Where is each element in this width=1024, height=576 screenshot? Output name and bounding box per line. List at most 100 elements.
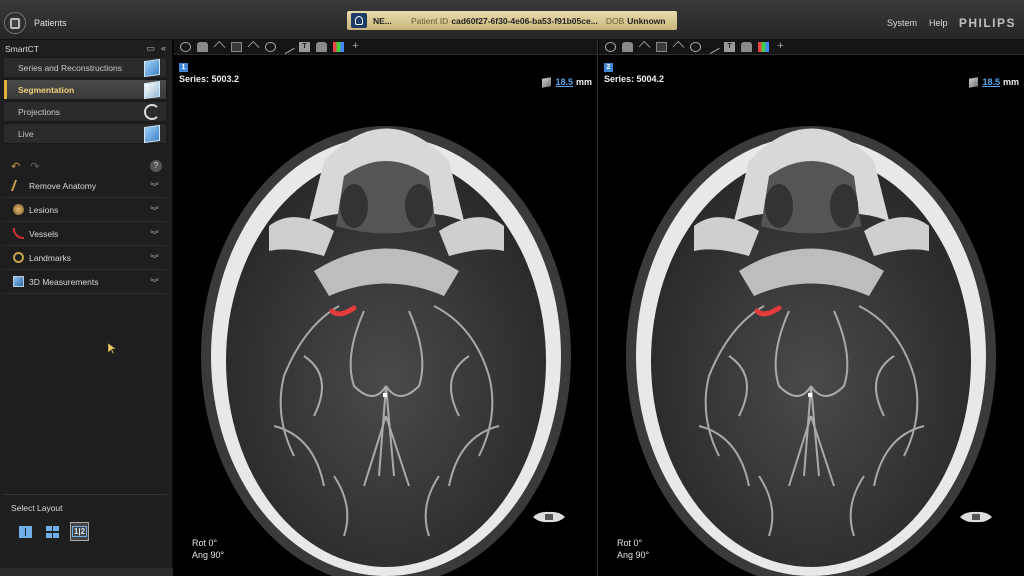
tool-label: Lesions <box>29 204 59 215</box>
undo-icon[interactable]: ↶ <box>11 160 20 173</box>
ct-axial-image[interactable] <box>174 56 598 576</box>
orientation-icon[interactable] <box>741 42 752 52</box>
text-annotation-icon[interactable]: T <box>724 42 735 52</box>
select-tool-icon[interactable] <box>231 42 242 52</box>
collapse-panel-icon[interactable]: « <box>161 43 166 54</box>
patient-id-value: cad60f27-6f30-4e06-ba53-f91b05ce... <box>451 15 598 26</box>
layout-grid-icon <box>46 525 59 538</box>
zoom-icon[interactable] <box>605 42 616 52</box>
rotation-info: Rot 0° Ang 90° <box>192 537 224 561</box>
viewport-1[interactable]: T + 1 Series: 5003.2 18.5 mm Rot 0° Ang … <box>174 39 598 576</box>
redo-icon[interactable]: ↷ <box>30 160 39 173</box>
layout-options: 1|2 <box>3 513 167 541</box>
select-tool-icon[interactable] <box>656 42 667 52</box>
patients-icon <box>4 12 26 34</box>
expand-chevron-icon[interactable]: ︾ <box>150 228 159 241</box>
select-layout-title: Select Layout <box>11 503 63 513</box>
slab-icon <box>969 76 979 88</box>
lesion-icon <box>13 204 24 215</box>
magnify-icon[interactable] <box>690 42 701 52</box>
slab-thickness-value[interactable]: 18.5 <box>982 77 1000 87</box>
patients-button[interactable]: Patients <box>4 11 67 35</box>
rotation-value: Rot 0° <box>617 538 643 548</box>
workflow-series-and-reconstructions[interactable]: Series and Reconstructions <box>3 57 167 78</box>
slab-thickness: 18.5 mm <box>969 76 1019 88</box>
add-icon[interactable]: + <box>775 41 786 52</box>
live-cube-icon <box>144 124 160 144</box>
brand-logo: PHILIPS <box>958 16 1016 30</box>
patient-name: NE... <box>373 15 392 26</box>
zoom-icon[interactable] <box>180 42 191 52</box>
dob-label: DOB <box>605 15 625 26</box>
viewport-toolbar: T + <box>174 39 597 55</box>
orientation-icon[interactable] <box>316 42 327 52</box>
dob-value: Unknown <box>627 15 666 26</box>
viewport-2[interactable]: T + 2 Series: 5004.2 18.5 mm Rot 0° Ang … <box>599 39 1024 576</box>
panel-controls: ▭ « <box>146 43 166 54</box>
workflow-segmentation[interactable]: Segmentation <box>3 79 167 100</box>
cube-icon <box>144 80 160 100</box>
viewport-number: 1 <box>179 63 188 72</box>
ruler-icon[interactable] <box>705 39 720 55</box>
help-menu[interactable]: Help <box>929 18 948 28</box>
expand-chevron-icon[interactable]: ︾ <box>150 252 159 265</box>
panel-title: SmartCT <box>5 44 39 54</box>
expand-chevron-icon[interactable]: ︾ <box>150 276 159 289</box>
workflow-steps: Series and Reconstructions Segmentation … <box>3 57 167 145</box>
expand-chevron-icon[interactable]: ︾ <box>150 180 159 193</box>
patient-banner[interactable]: NE... Patient ID cad60f27-6f30-4e06-ba53… <box>347 11 677 30</box>
top-bar: Patients NE... Patient ID cad60f27-6f30-… <box>0 0 1024 40</box>
undo-redo-row: ↶ ↷ ? <box>3 158 167 174</box>
tool-remove-anatomy[interactable]: Remove Anatomy ︾ <box>3 174 167 198</box>
color-map-icon[interactable] <box>333 42 344 52</box>
system-menu[interactable]: System <box>887 18 917 28</box>
tool-label: Landmarks <box>29 252 72 263</box>
rotation-value: Rot 0° <box>192 538 218 548</box>
rotation-info: Rot 0° Ang 90° <box>617 537 649 561</box>
add-icon[interactable]: + <box>350 41 361 52</box>
measure-3d-icon <box>13 276 24 287</box>
slab-thickness: 18.5 mm <box>542 76 592 88</box>
slab-thickness-value[interactable]: 18.5 <box>555 77 573 87</box>
ruler-icon[interactable] <box>280 39 295 55</box>
workflow-live[interactable]: Live <box>3 123 167 144</box>
landmark-icon <box>13 252 24 263</box>
patients-label: Patients <box>34 18 67 28</box>
ct-axial-image[interactable] <box>599 56 1024 576</box>
window-level-icon[interactable] <box>247 41 260 53</box>
tool-label: 3D Measurements <box>29 276 99 287</box>
workflow-projections[interactable]: Projections <box>3 101 167 122</box>
help-icon[interactable]: ? <box>150 160 162 172</box>
tool-vessels[interactable]: Vessels ︾ <box>3 222 167 246</box>
patient-id-label: Patient ID <box>411 15 449 26</box>
tool-landmarks[interactable]: Landmarks ︾ <box>3 246 167 270</box>
layout-side-by-side-button[interactable] <box>16 522 35 541</box>
series-label: Series: 5004.2 <box>604 74 665 84</box>
select-layout-section: Select Layout 1|2 <box>3 494 167 541</box>
tool-label: Vessels <box>29 228 59 239</box>
slab-icon <box>542 76 552 88</box>
tool-label: Remove Anatomy <box>29 180 97 191</box>
rotate-3d-icon[interactable] <box>638 41 651 53</box>
slab-thickness-unit: mm <box>1002 77 1019 87</box>
magnify-icon[interactable] <box>265 42 276 52</box>
layout-grid-button[interactable] <box>43 522 62 541</box>
pan-icon[interactable] <box>197 42 208 52</box>
minimize-icon[interactable]: ▭ <box>146 43 155 54</box>
text-annotation-icon[interactable]: T <box>299 42 310 52</box>
smartct-panel: SmartCT ▭ « Series and Reconstructions S… <box>0 40 173 576</box>
pan-icon[interactable] <box>622 42 633 52</box>
angulation-value: Ang 90° <box>617 550 650 560</box>
expand-chevron-icon[interactable]: ︾ <box>150 204 159 217</box>
mouse-cursor-icon <box>108 343 116 355</box>
window-level-icon[interactable] <box>672 41 685 53</box>
tool-lesions[interactable]: Lesions ︾ <box>3 198 167 222</box>
rotate-3d-icon[interactable] <box>213 41 226 53</box>
workflow-label: Segmentation <box>18 84 75 95</box>
layout-1-2-icon: 1|2 <box>71 526 88 537</box>
layout-1-2-button[interactable]: 1|2 <box>70 522 89 541</box>
patient-icon <box>351 13 367 28</box>
tool-3d-measurements[interactable]: 3D Measurements ︾ <box>3 270 167 294</box>
color-map-icon[interactable] <box>758 42 769 52</box>
segmentation-tools: ↶ ↷ ? Remove Anatomy ︾ Lesions ︾ Vessels… <box>3 158 167 294</box>
